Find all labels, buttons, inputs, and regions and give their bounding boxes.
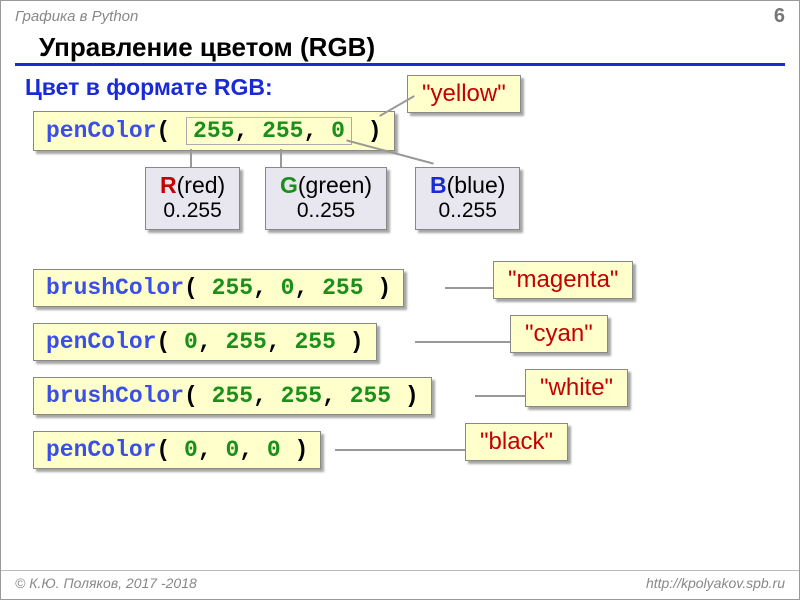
channel-red: R(red) 0..255 (145, 167, 240, 230)
letter-r: R (160, 172, 177, 198)
val-b: 255 (294, 329, 335, 355)
letter-g: G (280, 172, 298, 198)
callout-black: "black" (465, 423, 568, 461)
val-g: 255 (281, 383, 322, 409)
val-b: 0 (331, 118, 345, 144)
val-b: 0 (267, 437, 281, 463)
code-example-cyan: penColor( 0, 255, 255 ) (33, 323, 377, 361)
fn-name: penColor (46, 437, 156, 463)
connector-line (415, 341, 510, 343)
val-r: 255 (193, 118, 234, 144)
callout-cyan: "cyan" (510, 315, 608, 353)
footer-url: http://kpolyakov.spb.ru (646, 575, 785, 591)
rgb-group: 255, 255, 0 (186, 117, 352, 145)
channel-green: G(green) 0..255 (265, 167, 387, 230)
footer-copyright: © К.Ю. Поляков, 2017 -2018 (15, 575, 197, 591)
comma: , (303, 118, 331, 144)
range-g: 0..255 (280, 199, 372, 223)
callout-magenta: "magenta" (493, 261, 633, 299)
range-b: 0..255 (430, 199, 505, 223)
val-b: 255 (350, 383, 391, 409)
val-r: 0 (184, 329, 198, 355)
code-example-yellow: penColor( 255, 255, 0 ) (33, 111, 395, 151)
range-r: 0..255 (160, 199, 225, 223)
callout-yellow: "yellow" (407, 75, 521, 113)
code-example-white: brushColor( 255, 255, 255 ) (33, 377, 432, 415)
code-example-magenta: brushColor( 255, 0, 255 ) (33, 269, 404, 307)
connector-line (190, 149, 192, 167)
word-blue: (blue) (447, 172, 506, 198)
connector-line (445, 287, 495, 289)
val-r: 0 (184, 437, 198, 463)
val-r: 255 (212, 383, 253, 409)
header-topic: Графика в Python (15, 8, 138, 25)
slide-title: Управление цветом (RGB) (15, 32, 785, 66)
paren-open: ( (156, 118, 184, 144)
channel-blue: B(blue) 0..255 (415, 167, 520, 230)
slide-subtitle: Цвет в формате RGB: (1, 74, 799, 101)
code-example-black: penColor( 0, 0, 0 ) (33, 431, 321, 469)
fn-name: brushColor (46, 383, 184, 409)
word-red: (red) (177, 172, 226, 198)
val-g: 255 (225, 329, 266, 355)
callout-white: "white" (525, 369, 628, 407)
fn-name: penColor (46, 329, 156, 355)
page-number: 6 (774, 5, 785, 28)
word-green: (green) (298, 172, 372, 198)
val-r: 255 (212, 275, 253, 301)
fn-name: brushColor (46, 275, 184, 301)
val-g: 255 (262, 118, 303, 144)
connector-line (475, 395, 525, 397)
val-g: 0 (281, 275, 295, 301)
letter-b: B (430, 172, 447, 198)
val-g: 0 (225, 437, 239, 463)
connector-line (280, 149, 282, 167)
comma: , (234, 118, 262, 144)
fn-name: penColor (46, 118, 156, 144)
connector-line (335, 449, 465, 451)
paren-close: ) (354, 118, 382, 144)
val-b: 255 (322, 275, 363, 301)
